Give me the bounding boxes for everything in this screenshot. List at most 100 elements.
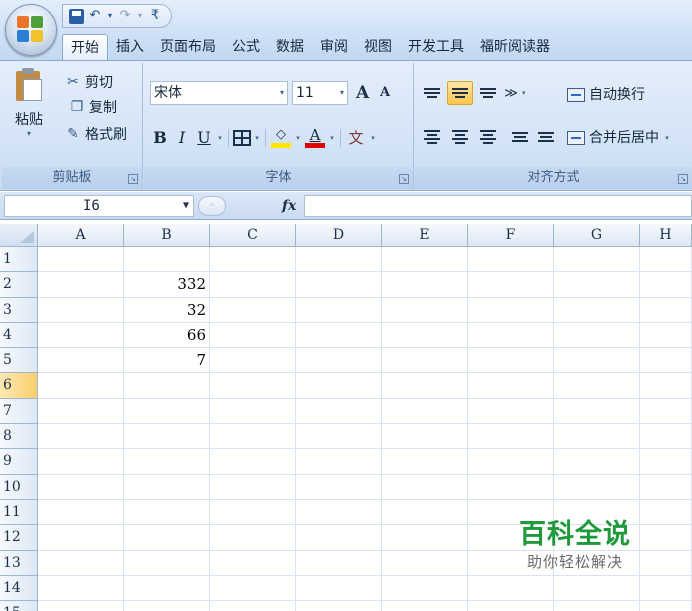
- cell-f1[interactable]: [468, 247, 554, 273]
- merge-center-button[interactable]: 合并后居中 ▾: [567, 126, 671, 150]
- cut-button[interactable]: ✂ 剪切: [64, 71, 113, 93]
- cell-d15[interactable]: [296, 601, 382, 611]
- align-right-icon[interactable]: [475, 125, 501, 149]
- row-header[interactable]: 13: [0, 550, 38, 576]
- cell-g3[interactable]: [554, 297, 640, 323]
- office-button[interactable]: [5, 4, 57, 56]
- name-box-dropdown-icon[interactable]: ▼: [183, 196, 189, 216]
- column-header-a[interactable]: A: [38, 224, 124, 247]
- cell-d2[interactable]: [296, 272, 382, 298]
- tab-page-layout[interactable]: 页面布局: [152, 34, 224, 60]
- row-header[interactable]: 15: [0, 601, 38, 611]
- phonetic-guide-icon[interactable]: 文: [345, 127, 367, 149]
- cell-b3[interactable]: 32: [124, 297, 210, 323]
- cell-c8[interactable]: [210, 424, 296, 450]
- cell-f9[interactable]: [468, 449, 554, 475]
- tab-data[interactable]: 数据: [268, 34, 312, 60]
- cell-h13[interactable]: [640, 550, 692, 576]
- row-header[interactable]: 1: [0, 247, 38, 273]
- cell-c6[interactable]: [210, 373, 296, 399]
- cell-e10[interactable]: [382, 474, 468, 500]
- cell-a13[interactable]: [38, 550, 124, 576]
- redo-icon[interactable]: ↷: [117, 8, 133, 24]
- cell-g2[interactable]: [554, 272, 640, 298]
- cell-h9[interactable]: [640, 449, 692, 475]
- cell-f4[interactable]: [468, 322, 554, 349]
- cell-e11[interactable]: [382, 499, 468, 526]
- font-name-combo[interactable]: 宋体 ▾: [150, 81, 288, 105]
- cell-d6[interactable]: [296, 373, 382, 399]
- cell-h15[interactable]: [640, 601, 692, 611]
- row-header[interactable]: 2: [0, 272, 38, 298]
- bold-button[interactable]: B: [150, 126, 170, 150]
- cell-b2[interactable]: 332: [124, 272, 210, 298]
- formula-expand-handle[interactable]: ◦: [198, 196, 226, 216]
- tab-view[interactable]: 视图: [356, 34, 400, 60]
- cell-g8[interactable]: [554, 424, 640, 450]
- cell-f12[interactable]: [468, 525, 554, 551]
- cell-a7[interactable]: [38, 398, 124, 425]
- shrink-font-icon[interactable]: A: [380, 81, 390, 105]
- cell-d8[interactable]: [296, 424, 382, 450]
- cell-h8[interactable]: [640, 424, 692, 450]
- cell-g14[interactable]: [554, 575, 640, 602]
- cell-e1[interactable]: [382, 247, 468, 273]
- cell-d11[interactable]: [296, 499, 382, 526]
- tab-review[interactable]: 审阅: [312, 34, 356, 60]
- cell-c15[interactable]: [210, 601, 296, 611]
- cell-d4[interactable]: [296, 322, 382, 349]
- fill-color-dropdown-icon[interactable]: ▾: [294, 134, 302, 142]
- align-middle-icon[interactable]: [447, 81, 473, 105]
- save-icon[interactable]: [69, 8, 84, 24]
- cell-h5[interactable]: [640, 348, 692, 374]
- cell-a1[interactable]: [38, 247, 124, 273]
- cell-h4[interactable]: [640, 322, 692, 349]
- cell-b14[interactable]: [124, 575, 210, 602]
- cell-f5[interactable]: [468, 348, 554, 374]
- cell-e7[interactable]: [382, 398, 468, 425]
- cell-h1[interactable]: [640, 247, 692, 273]
- cell-g5[interactable]: [554, 348, 640, 374]
- cell-g1[interactable]: [554, 247, 640, 273]
- column-header-f[interactable]: F: [468, 224, 554, 247]
- cell-f3[interactable]: [468, 297, 554, 323]
- phonetic-dropdown-icon[interactable]: ▾: [369, 134, 377, 142]
- font-color-icon[interactable]: A: [304, 127, 326, 149]
- italic-button[interactable]: I: [172, 126, 192, 150]
- cell-h6[interactable]: [640, 373, 692, 399]
- cell-a3[interactable]: [38, 297, 124, 323]
- tab-insert[interactable]: 插入: [108, 34, 152, 60]
- cell-f14[interactable]: [468, 575, 554, 602]
- decrease-indent-icon[interactable]: [507, 125, 533, 149]
- cell-b15[interactable]: [124, 601, 210, 611]
- row-header[interactable]: 14: [0, 575, 38, 602]
- cell-c5[interactable]: [210, 348, 296, 374]
- cell-f15[interactable]: [468, 601, 554, 611]
- cell-e6[interactable]: [382, 373, 468, 399]
- cell-a8[interactable]: [38, 424, 124, 450]
- customize-icon[interactable]: ₹: [147, 8, 163, 24]
- cell-a10[interactable]: [38, 474, 124, 500]
- cell-e2[interactable]: [382, 272, 468, 298]
- cell-g12[interactable]: [554, 525, 640, 551]
- cell-b6[interactable]: [124, 373, 210, 399]
- row-header[interactable]: 11: [0, 499, 38, 526]
- tab-formulas[interactable]: 公式: [224, 34, 268, 60]
- cell-d10[interactable]: [296, 474, 382, 500]
- cell-b12[interactable]: [124, 525, 210, 551]
- cell-c14[interactable]: [210, 575, 296, 602]
- cell-e4[interactable]: [382, 322, 468, 349]
- cell-h11[interactable]: [640, 499, 692, 526]
- clipboard-launcher-icon[interactable]: ↘: [128, 174, 138, 184]
- cell-b9[interactable]: [124, 449, 210, 475]
- align-left-icon[interactable]: [419, 125, 445, 149]
- align-center-icon[interactable]: [447, 125, 473, 149]
- copy-button[interactable]: ❐ 复制: [68, 96, 117, 118]
- cell-e8[interactable]: [382, 424, 468, 450]
- font-color-dropdown-icon[interactable]: ▾: [328, 134, 336, 142]
- cell-d13[interactable]: [296, 550, 382, 576]
- orientation-dropdown-icon[interactable]: ▾: [520, 89, 528, 97]
- row-header[interactable]: 4: [0, 322, 38, 349]
- cell-e3[interactable]: [382, 297, 468, 323]
- cell-e5[interactable]: [382, 348, 468, 374]
